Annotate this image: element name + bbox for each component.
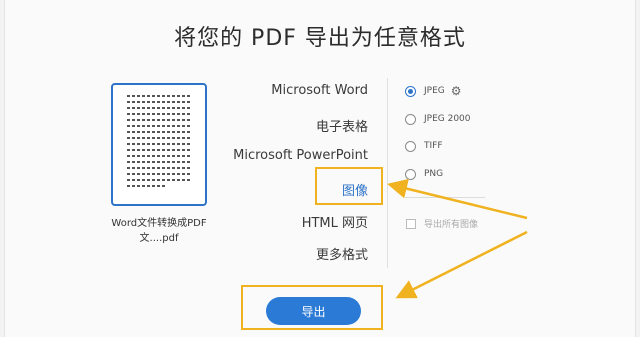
arrow-to-export — [395, 230, 528, 299]
arrow-to-image — [387, 178, 528, 220]
annotation-arrows — [387, 178, 528, 299]
